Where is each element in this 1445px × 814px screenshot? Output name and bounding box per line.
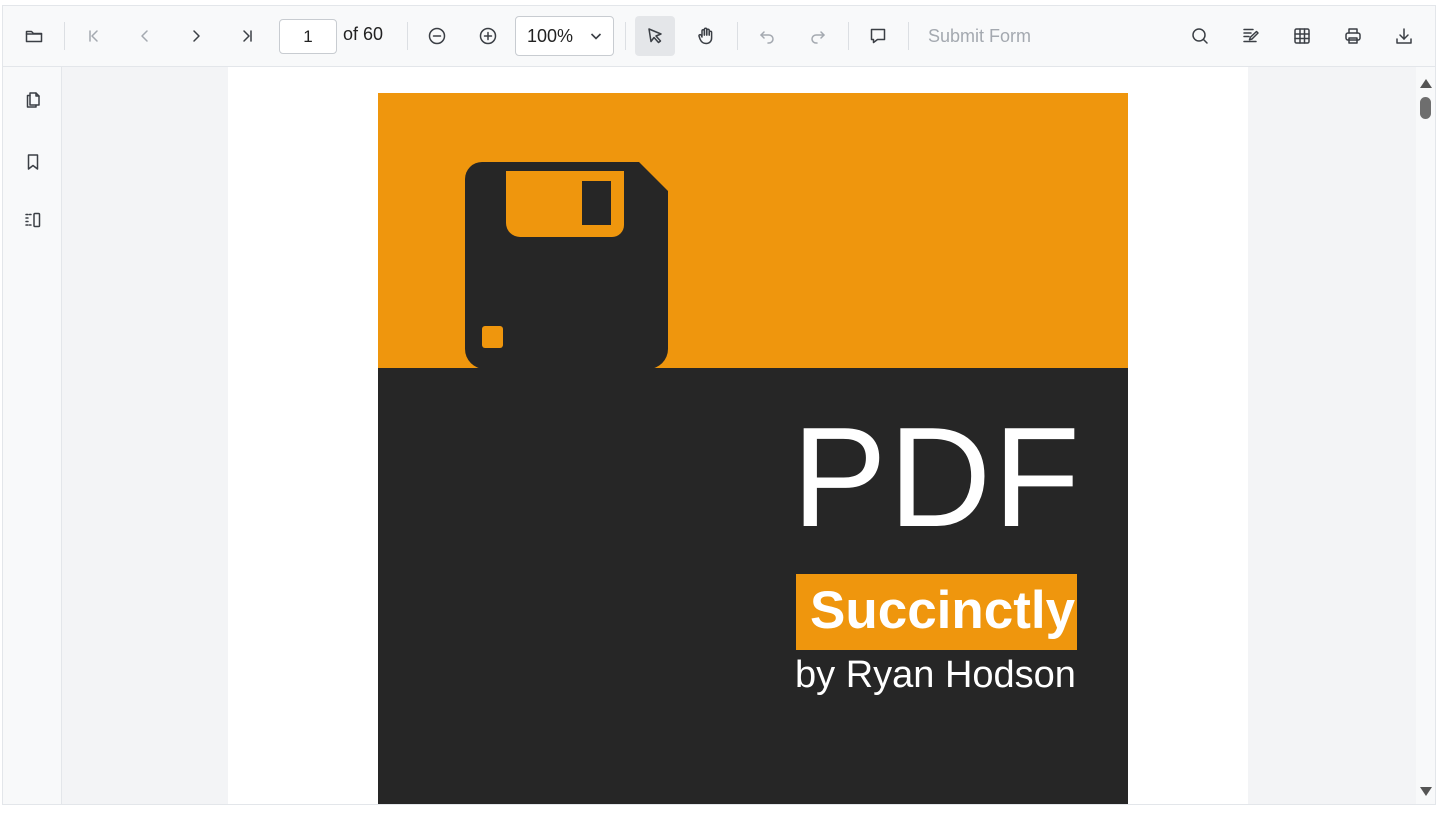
- navigation-sidebar: [3, 67, 62, 804]
- form-grid-icon: [1294, 28, 1310, 44]
- first-page-icon: [89, 30, 98, 42]
- toolbar-separator: [848, 22, 849, 50]
- page-thumbnails-button[interactable]: [13, 79, 53, 119]
- cover-author: by Ryan Hodson: [795, 654, 1076, 696]
- series-name: Succinctly: [810, 581, 1076, 640]
- annotation-edit-button[interactable]: [1231, 16, 1271, 56]
- download-icon: [1396, 28, 1412, 44]
- organize-pages-button[interactable]: [13, 200, 53, 240]
- download-button[interactable]: [1384, 16, 1424, 56]
- first-page-button[interactable]: [74, 16, 114, 56]
- current-page-input[interactable]: 1: [279, 19, 337, 54]
- pdf-viewer: 1 of 60 100% Submit Form PDF Succinctly …: [2, 5, 1436, 805]
- bookmarks-button[interactable]: [13, 142, 53, 182]
- zoom-in-button[interactable]: [468, 16, 508, 56]
- comment-icon: [870, 28, 886, 44]
- undo-icon: [760, 31, 774, 44]
- print-icon: [1345, 28, 1361, 44]
- scroll-up-arrow-icon[interactable]: [1420, 79, 1432, 88]
- add-comment-button[interactable]: [858, 16, 898, 56]
- cover-header-graphic: [378, 93, 1128, 368]
- pan-tool-button[interactable]: [686, 16, 726, 56]
- scroll-thumb[interactable]: [1420, 97, 1431, 119]
- zoom-out-button[interactable]: [417, 16, 457, 56]
- document-page: PDF Succinctly by Ryan Hodson: [228, 67, 1248, 804]
- chevron-left-icon: [141, 30, 148, 42]
- organize-pages-icon: [25, 212, 41, 228]
- last-page-icon: [243, 30, 252, 42]
- last-page-button[interactable]: [227, 16, 267, 56]
- cursor-icon: [648, 28, 662, 44]
- total-pages-label: of 60: [343, 24, 384, 44]
- print-button[interactable]: [1333, 16, 1373, 56]
- undo-button[interactable]: [747, 16, 787, 56]
- annotation-edit-icon: [1243, 28, 1259, 43]
- bookmark-icon: [27, 154, 39, 170]
- toolbar-separator: [625, 22, 626, 50]
- toolbar-separator: [64, 22, 65, 50]
- search-button[interactable]: [1180, 16, 1220, 56]
- redo-button[interactable]: [798, 16, 838, 56]
- zoom-level-dropdown[interactable]: 100%: [515, 16, 614, 56]
- scroll-down-arrow-icon[interactable]: [1420, 787, 1432, 796]
- hand-icon: [698, 27, 713, 45]
- page-thumbnails-icon: [26, 92, 40, 108]
- toolbar-separator: [737, 22, 738, 50]
- folder-open-icon: [25, 30, 43, 43]
- text-selection-tool-button[interactable]: [635, 16, 675, 56]
- previous-page-button[interactable]: [125, 16, 165, 56]
- toolbar-separator: [407, 22, 408, 50]
- zoom-level-value: 100%: [527, 26, 574, 46]
- search-icon: [1192, 28, 1208, 44]
- zoom-out-icon: [428, 27, 446, 45]
- open-file-button[interactable]: [14, 16, 54, 56]
- cover-title: PDF: [792, 398, 1082, 557]
- chevron-down-icon: [590, 33, 602, 40]
- series-badge-label-wrap: Succinctly: [796, 574, 1077, 650]
- next-page-button[interactable]: [176, 16, 216, 56]
- form-designer-button[interactable]: [1282, 16, 1322, 56]
- toolbar: 1 of 60 100% Submit Form: [3, 6, 1435, 67]
- zoom-in-icon: [479, 27, 497, 45]
- submit-form-button[interactable]: Submit Form: [928, 26, 1031, 47]
- floppy-disk-icon: [465, 162, 668, 368]
- chevron-right-icon: [193, 30, 200, 42]
- book-cover: PDF Succinctly by Ryan Hodson: [378, 93, 1128, 804]
- vertical-scrollbar[interactable]: [1416, 67, 1435, 804]
- redo-icon: [811, 31, 825, 44]
- toolbar-separator: [908, 22, 909, 50]
